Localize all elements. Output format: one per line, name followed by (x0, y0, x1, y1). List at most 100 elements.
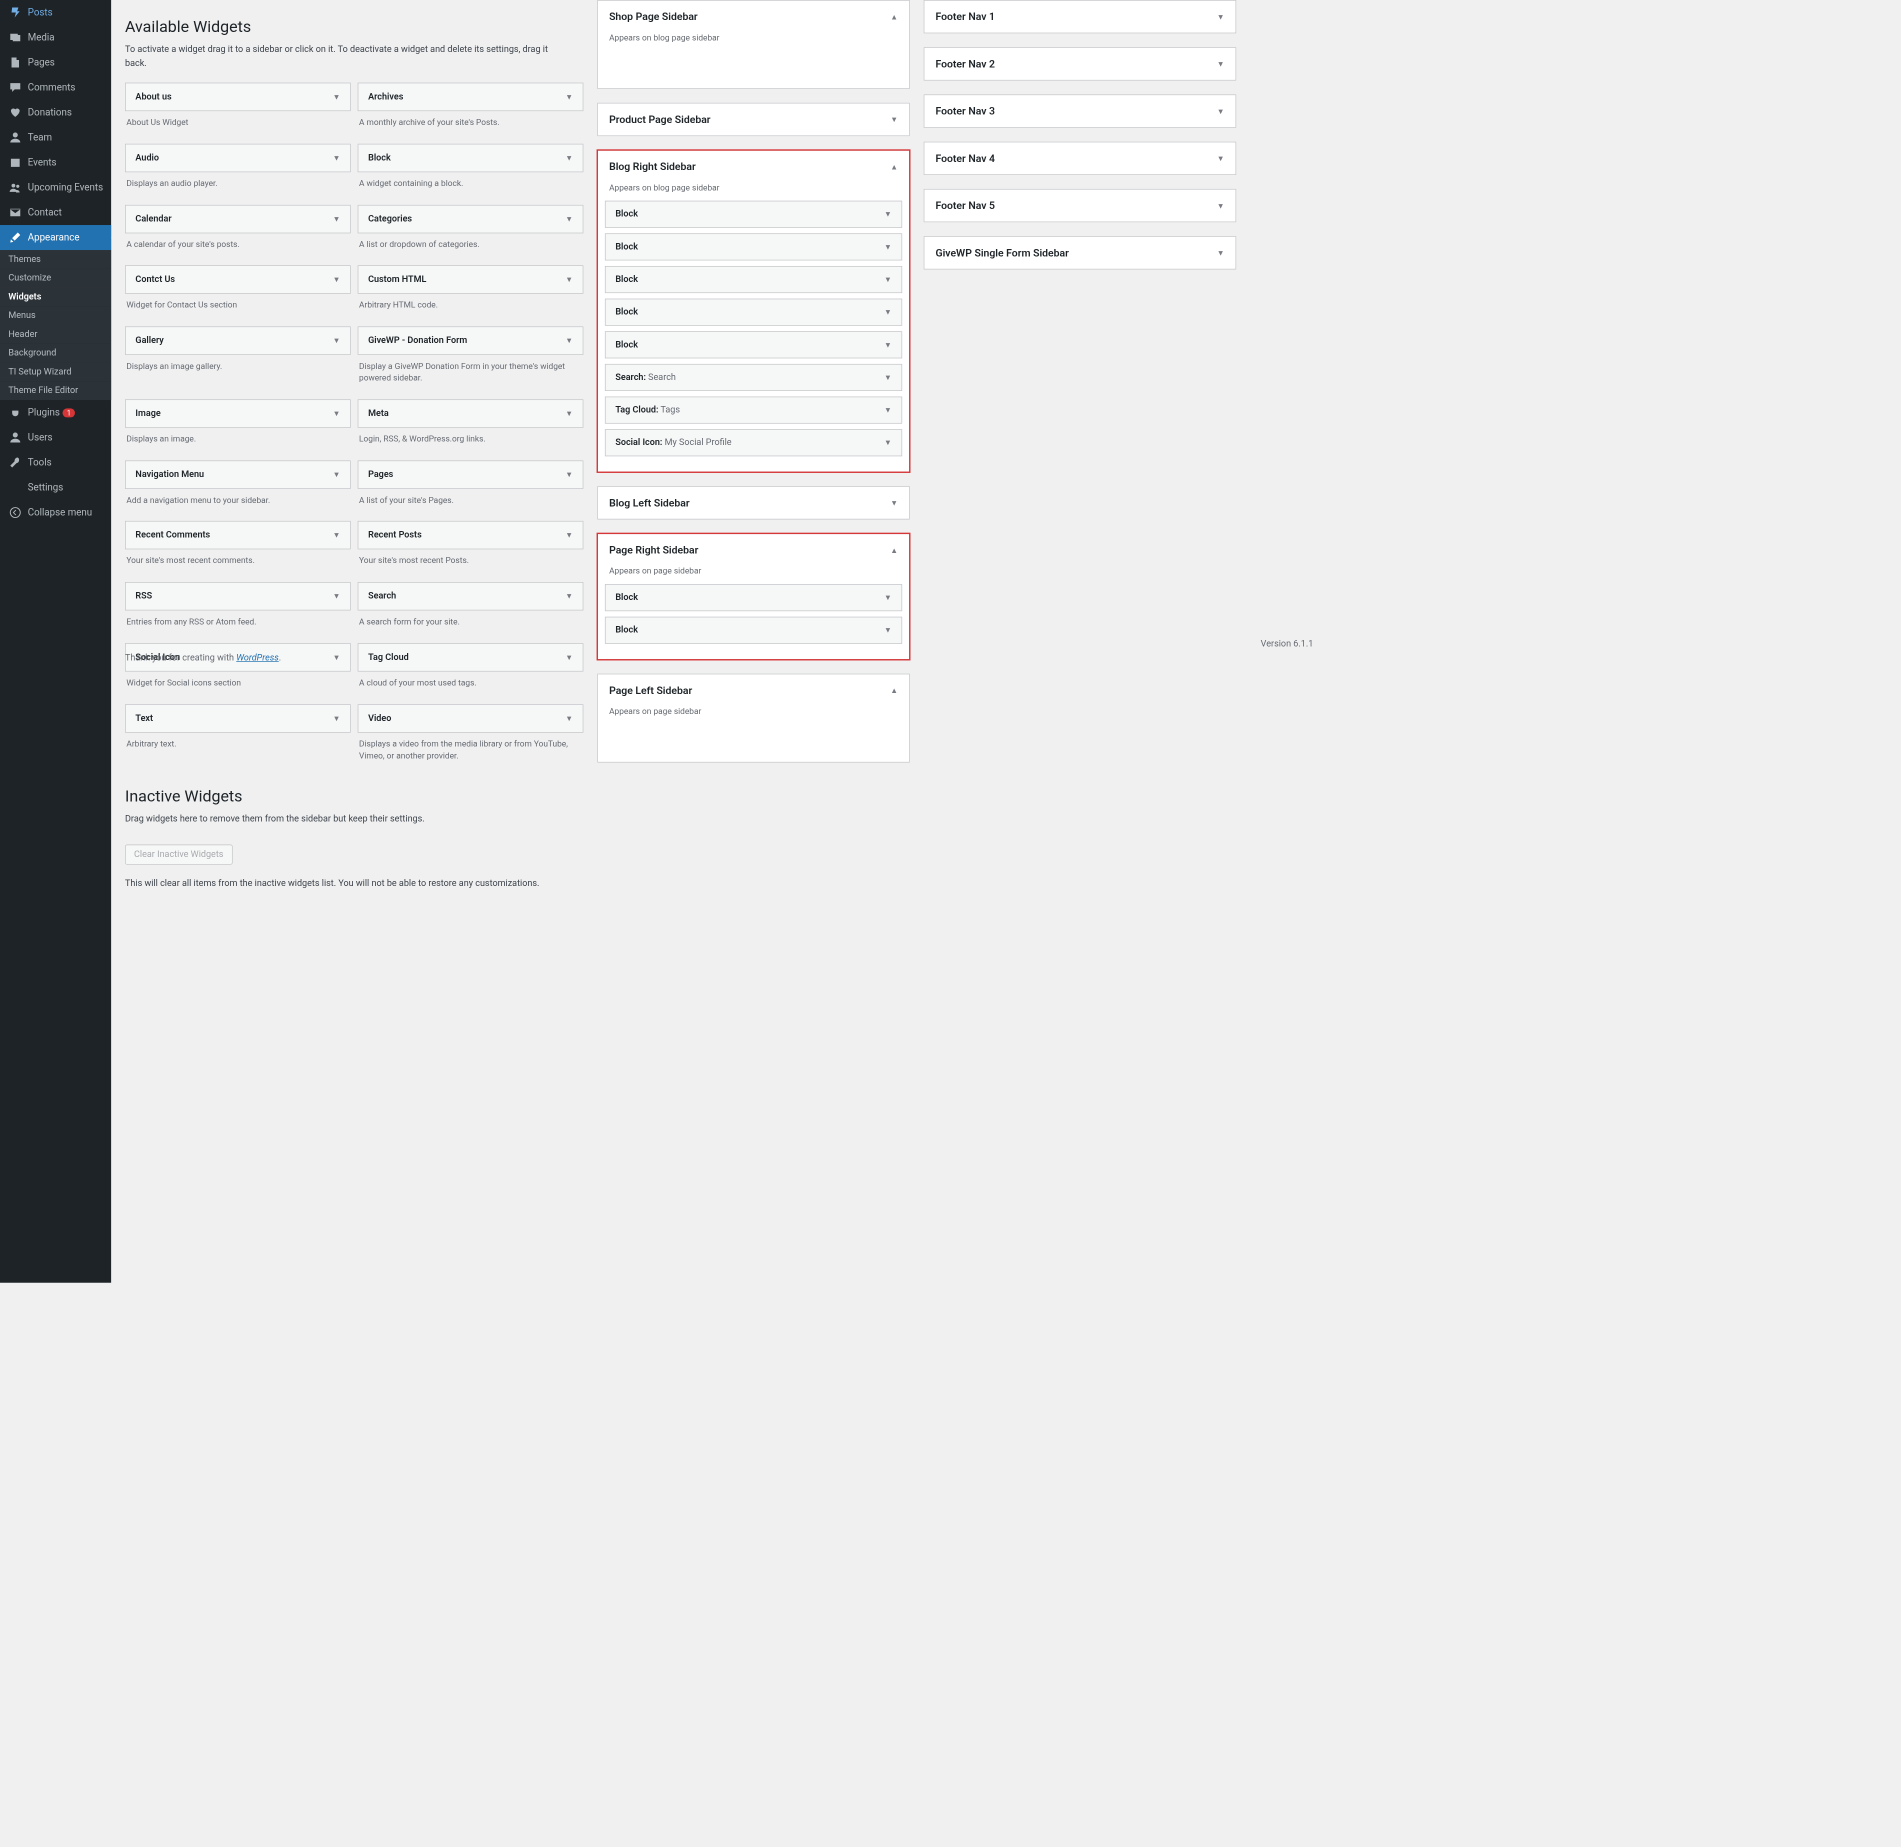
widget-area-body[interactable] (598, 51, 909, 89)
menu-contact[interactable]: Contact (0, 200, 111, 225)
widget-area-body[interactable]: Block▼Block▼Block▼Block▼Block▼Search: Se… (598, 201, 909, 472)
widget-chip-head[interactable]: Search▼ (358, 582, 584, 610)
widget-area-body[interactable] (598, 724, 909, 762)
menu-upcoming-events[interactable]: Upcoming Events (0, 175, 111, 200)
submenu-themes[interactable]: Themes (0, 250, 111, 269)
menu-users[interactable]: Users (0, 425, 111, 450)
available-widget: Image▼Displays an image. (125, 399, 351, 453)
menu-label: Tools (28, 457, 52, 468)
widget-name: Search (368, 591, 396, 601)
widget-name: Categories (368, 214, 412, 224)
chevron-down-icon: ▼ (884, 438, 892, 447)
menu-settings[interactable]: Settings (0, 475, 111, 500)
widget-area-head[interactable]: GiveWP Single Form Sidebar▼ (924, 237, 1235, 269)
menu-pages[interactable]: Pages (0, 50, 111, 75)
chevron-down-icon: ▼ (1217, 201, 1225, 210)
chevron-down-icon: ▼ (333, 92, 341, 101)
widget-chip-head[interactable]: Calendar▼ (125, 205, 351, 233)
widget-name: Meta (368, 408, 389, 418)
widget-area-head[interactable]: Shop Page Sidebar▲ (598, 1, 909, 33)
widget-area-head[interactable]: Footer Nav 4▼ (924, 142, 1235, 174)
widget-area-head[interactable]: Blog Right Sidebar▲ (598, 151, 909, 183)
widget-area: Product Page Sidebar▼ (597, 103, 910, 136)
widget-chip-head[interactable]: Gallery▼ (125, 327, 351, 355)
placed-widget[interactable]: Block▼ (605, 617, 902, 644)
submenu-header[interactable]: Header (0, 325, 111, 344)
submenu-background[interactable]: Background (0, 344, 111, 363)
chevron-down-icon: ▼ (333, 409, 341, 418)
widget-desc: Add a navigation menu to your sidebar. (125, 489, 351, 515)
widget-area-head[interactable]: Page Right Sidebar▲ (598, 534, 909, 566)
menu-comments[interactable]: Comments (0, 75, 111, 100)
menu-appearance[interactable]: Appearance (0, 225, 111, 250)
widget-chip-head[interactable]: Block▼ (358, 144, 584, 172)
placed-widget-value: Tags (661, 405, 681, 415)
widget-area-head[interactable]: Footer Nav 2▼ (924, 48, 1235, 80)
widget-area-title: Shop Page Sidebar (609, 10, 698, 23)
widget-chip-head[interactable]: Pages▼ (358, 460, 584, 488)
menu-donations[interactable]: Donations (0, 100, 111, 125)
widget-area-head[interactable]: Footer Nav 5▼ (924, 190, 1235, 222)
widget-area-head[interactable]: Product Page Sidebar▼ (598, 103, 909, 135)
widget-chip-head[interactable]: Recent Posts▼ (358, 521, 584, 549)
placed-widget[interactable]: Search: Search▼ (605, 364, 902, 391)
widget-area-title: Footer Nav 1 (935, 10, 995, 23)
user-icon (8, 431, 22, 445)
menu-events[interactable]: Events (0, 150, 111, 175)
widget-area-head[interactable]: Blog Left Sidebar▼ (598, 487, 909, 519)
submenu-customize[interactable]: Customize (0, 269, 111, 288)
menu-posts[interactable]: Posts (0, 0, 111, 25)
chevron-down-icon: ▼ (565, 92, 573, 101)
placed-widget[interactable]: Block▼ (605, 299, 902, 326)
placed-widget[interactable]: Social Icon: My Social Profile▼ (605, 429, 902, 456)
widget-chip-head[interactable]: Image▼ (125, 399, 351, 427)
widget-desc: Displays an image gallery. (125, 355, 351, 381)
widget-chip-head[interactable]: Archives▼ (358, 83, 584, 111)
widget-chip-head[interactable]: Text▼ (125, 704, 351, 732)
widget-area-body[interactable]: Block▼ Block▼ (598, 584, 909, 659)
widget-area-sub: Appears on page sidebar (598, 566, 909, 584)
placed-widget[interactable]: Block▼ (605, 201, 902, 228)
submenu-theme-file-editor[interactable]: Theme File Editor (0, 381, 111, 400)
placed-widget[interactable]: Block▼ (605, 266, 902, 293)
menu-team[interactable]: Team (0, 125, 111, 150)
footer-credit: Thank you for creating with WordPress. (125, 653, 281, 663)
submenu-menus[interactable]: Menus (0, 306, 111, 325)
menu-plugins[interactable]: Plugins1 (0, 400, 111, 425)
widget-chip-head[interactable]: Navigation Menu▼ (125, 460, 351, 488)
widget-chip-head[interactable]: Recent Comments▼ (125, 521, 351, 549)
widget-area-title: GiveWP Single Form Sidebar (935, 247, 1068, 260)
widget-area-head[interactable]: Page Left Sidebar▲ (598, 674, 909, 706)
widget-chip-head[interactable]: Categories▼ (358, 205, 584, 233)
widget-chip-head[interactable]: Video▼ (358, 704, 584, 732)
menu-collapse-menu[interactable]: Collapse menu (0, 500, 111, 525)
widget-chip-head[interactable]: Contct Us▼ (125, 266, 351, 294)
widget-area-head[interactable]: Footer Nav 1▼ (924, 1, 1235, 33)
widget-chip-head[interactable]: About us▼ (125, 83, 351, 111)
widget-chip-head[interactable]: RSS▼ (125, 582, 351, 610)
widget-desc: Login, RSS, & WordPress.org links. (358, 428, 584, 454)
placed-widget[interactable]: Tag Cloud: Tags▼ (605, 397, 902, 424)
clear-inactive-button[interactable]: Clear Inactive Widgets (125, 844, 232, 864)
wordpress-link[interactable]: WordPress (236, 653, 279, 663)
menu-tools[interactable]: Tools (0, 450, 111, 475)
menu-media[interactable]: Media (0, 25, 111, 50)
widget-chip-head[interactable]: Custom HTML▼ (358, 266, 584, 294)
widget-chip-head[interactable]: Audio▼ (125, 144, 351, 172)
widget-area-head[interactable]: Footer Nav 3▼ (924, 95, 1235, 127)
widget-chip-head[interactable]: GiveWP - Donation Form▼ (358, 327, 584, 355)
placed-widget[interactable]: Block▼ (605, 233, 902, 260)
menu-label: Plugins (28, 407, 60, 418)
widget-area: Page Left Sidebar▲Appears on page sideba… (597, 674, 910, 763)
placed-widget[interactable]: Block▼ (605, 584, 902, 611)
widget-chip-head[interactable]: Tag Cloud▼ (358, 643, 584, 671)
submenu-ti-setup-wizard[interactable]: TI Setup Wizard (0, 363, 111, 382)
placed-widget[interactable]: Block▼ (605, 331, 902, 358)
widget-area: Shop Page Sidebar▲Appears on blog page s… (597, 0, 910, 89)
submenu-widgets[interactable]: Widgets (0, 288, 111, 307)
placed-widget-label: Block (615, 242, 638, 252)
widget-chip-head[interactable]: Meta▼ (358, 399, 584, 427)
widget-name: GiveWP - Donation Form (368, 336, 467, 346)
users-icon (8, 181, 22, 195)
main-content: Available Widgets To activate a widget d… (111, 0, 1320, 1283)
